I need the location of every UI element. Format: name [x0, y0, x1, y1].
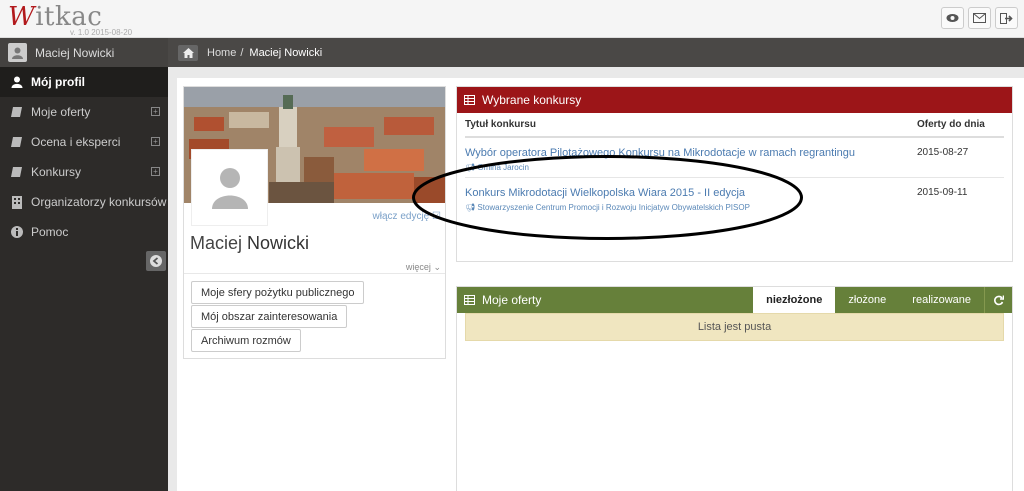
top-bar: Witkac v. 1.0 2015-08-20 — [0, 0, 1024, 38]
selected-contests-header: Wybrane konkursy — [457, 87, 1012, 113]
contest-title-link[interactable]: Wybór operatora Pilotażowego Konkursu na… — [465, 147, 855, 159]
info-icon — [10, 226, 24, 238]
contest-deadline: 2015-09-11 — [917, 187, 968, 198]
col-date: Oferty do dnia — [917, 119, 985, 130]
tab-not-submitted[interactable]: niezłożone — [753, 287, 836, 313]
col-title: Tytuł konkursu — [465, 119, 536, 130]
profile-name: Maciej Nowicki — [190, 233, 310, 253]
user-icon — [10, 76, 24, 88]
contest-organizer[interactable]: 📢︎ Gmina Jarocin — [465, 163, 529, 172]
expand-icon[interactable]: + — [151, 137, 160, 146]
book-icon — [10, 136, 24, 148]
bullhorn-icon: 📢︎ — [465, 203, 476, 212]
user-avatar-icon — [8, 43, 27, 62]
sidebar-item-my-offers[interactable]: Moje oferty + — [0, 97, 168, 127]
refresh-icon[interactable] — [984, 287, 1012, 313]
envelope-icon[interactable] — [968, 7, 991, 29]
public-benefit-spheres-button[interactable]: Moje sfery pożytku publicznego — [191, 281, 365, 304]
book-icon — [10, 106, 24, 118]
table-row: Konkurs Mikrodotacji Wielkopolska Wiara … — [465, 178, 1004, 218]
breadcrumb-current: Maciej Nowicki — [249, 46, 323, 59]
expand-icon[interactable]: + — [151, 107, 160, 116]
sidebar-item-my-profile[interactable]: Mój profil — [0, 67, 168, 97]
bullhorn-icon: 📢︎ — [465, 163, 476, 172]
sidebar: Maciej Nowicki Mój profil Moje oferty + … — [0, 38, 168, 491]
home-icon[interactable] — [178, 44, 198, 61]
table-icon — [464, 95, 475, 105]
sidebar-item-label: Pomoc — [31, 225, 69, 239]
my-offers-title: Moje oferty — [482, 293, 542, 307]
sign-out-icon[interactable] — [995, 7, 1018, 29]
breadcrumb: Home / Maciej Nowicki — [168, 38, 1024, 67]
contest-organizer[interactable]: 📢︎ Stowarzyszenie Centrum Promocji i Roz… — [465, 203, 750, 212]
sidebar-item-label: Konkursy — [31, 165, 82, 179]
tab-in-progress[interactable]: realizowane — [899, 287, 984, 313]
sidebar-item-label: Ocena i eksperci — [31, 135, 121, 149]
building-icon — [10, 195, 24, 209]
contest-title-link[interactable]: Konkurs Mikrodotacji Wielkopolska Wiara … — [465, 187, 745, 199]
eye-icon[interactable] — [941, 7, 964, 29]
selected-contests-panel: Wybrane konkursy Tytuł konkursu Oferty d… — [456, 86, 1013, 262]
edit-mode-link[interactable]: włącz edycję ☑ — [373, 211, 441, 222]
sidebar-item-evaluation[interactable]: Ocena i eksperci + — [0, 127, 168, 157]
breadcrumb-home[interactable]: Home — [207, 47, 236, 59]
table-row: Wybór operatora Pilotażowego Konkursu na… — [465, 138, 1004, 178]
app-version: v. 1.0 2015-08-20 — [70, 28, 133, 37]
sidebar-user[interactable]: Maciej Nowicki — [0, 38, 168, 67]
sidebar-item-help[interactable]: Pomoc — [0, 217, 168, 247]
edit-icon: ☑ — [432, 211, 441, 222]
sidebar-item-label: Organizatorzy konkursów — [31, 195, 167, 209]
empty-list-message: Lista jest pusta — [465, 313, 1004, 341]
my-offers-panel: Moje oferty niezłożone złożone realizowa… — [456, 286, 1013, 491]
tab-submitted[interactable]: złożone — [835, 287, 899, 313]
sidebar-item-label: Moje oferty — [31, 105, 91, 119]
area-of-interest-button[interactable]: Mój obszar zainteresowania — [191, 305, 348, 328]
sidebar-item-contests[interactable]: Konkursy + — [0, 157, 168, 187]
chevron-down-icon: ⌄ — [433, 262, 441, 272]
profile-card: włącz edycję ☑ Maciej Nowicki więcej ⌄ M… — [183, 86, 446, 359]
conversation-archive-button[interactable]: Archiwum rozmów — [191, 329, 301, 352]
collapse-sidebar-icon[interactable] — [146, 251, 166, 271]
more-link[interactable]: więcej ⌄ — [406, 262, 441, 273]
selected-contests-title: Wybrane konkursy — [482, 93, 582, 107]
contests-table-header: Tytuł konkursu Oferty do dnia — [465, 113, 1004, 138]
breadcrumb-separator: / — [240, 46, 244, 59]
divider — [184, 273, 445, 274]
contest-deadline: 2015-08-27 — [917, 147, 969, 158]
profile-avatar[interactable] — [191, 149, 268, 226]
sidebar-user-name: Maciej Nowicki — [35, 45, 115, 60]
my-offers-header: Moje oferty niezłożone złożone realizowa… — [457, 287, 1012, 313]
sidebar-item-organizers[interactable]: Organizatorzy konkursów — [0, 187, 168, 217]
book-icon — [10, 166, 24, 178]
table-icon — [464, 295, 475, 305]
expand-icon[interactable]: + — [151, 167, 160, 176]
sidebar-item-label: Mój profil — [31, 75, 85, 89]
